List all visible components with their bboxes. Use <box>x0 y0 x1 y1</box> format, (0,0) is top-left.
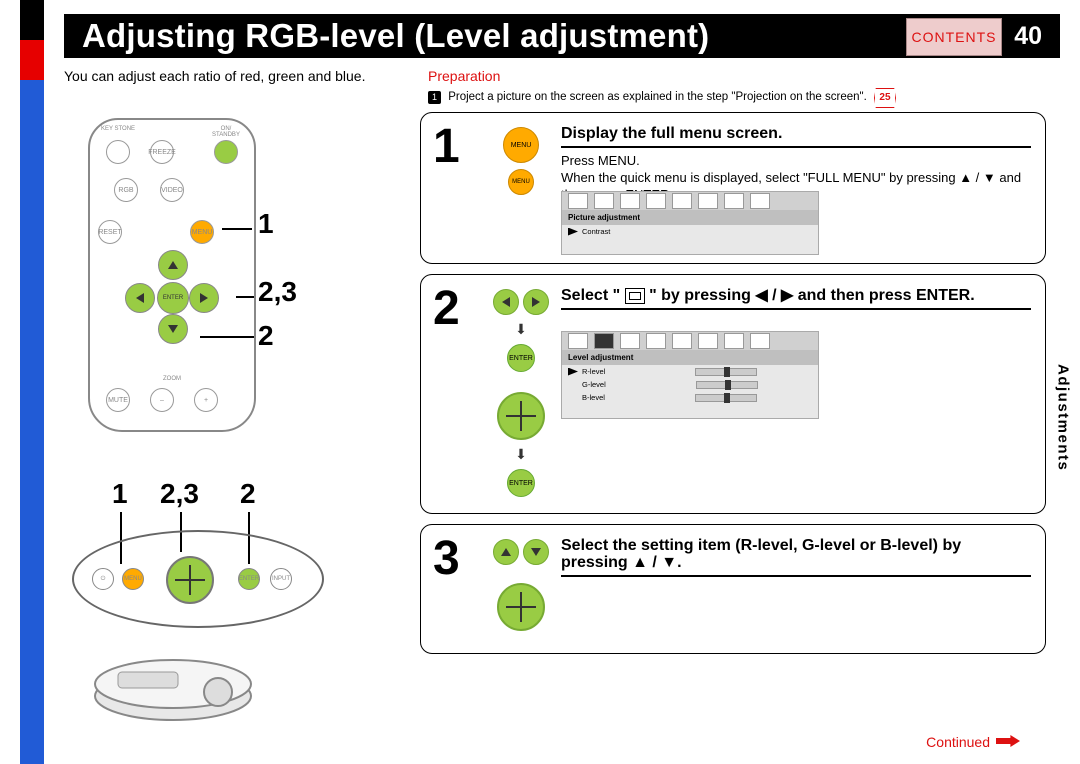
panel-btn-menu: MENU <box>122 568 144 590</box>
enter-button-icon: ENTER <box>507 469 535 497</box>
step-1-heading: Display the full menu screen. <box>561 125 782 142</box>
step-1-box: 1 MENU MENU Display the full menu screen… <box>420 112 1046 264</box>
page-title: Adjusting RGB-level (Level adjustment) <box>82 14 709 58</box>
chapter-side-tab: Adjustments <box>1050 328 1076 508</box>
btn-reset: RESET <box>98 220 122 244</box>
osd-label-picture: Picture adjustment <box>562 210 818 225</box>
panel-btn-power: ⏻ <box>92 568 114 590</box>
btn-zoom-minus: – <box>150 388 174 412</box>
dpad-up <box>158 250 188 280</box>
label-standby: ON/ STANDBY <box>206 126 246 138</box>
title-bar: Adjusting RGB-level (Level adjustment) C… <box>64 14 1060 58</box>
remote-illustration: KEY STONE ON/ STANDBY FREEZE RGB VIDEO R… <box>88 118 256 432</box>
down-arrow-icon: ⬇ <box>515 321 527 338</box>
panel-callout-1: 1 <box>112 478 128 510</box>
btn-video: VIDEO <box>160 178 184 202</box>
projector-drawing <box>88 636 258 726</box>
step-3-heading: Select the setting item (R-level, G-leve… <box>561 537 961 571</box>
btn-standby <box>214 140 238 164</box>
osd-preview-level: Level adjustment R-level G-level B-level <box>561 331 819 419</box>
remote-dpad: ENTER <box>120 245 224 349</box>
page-number: 40 <box>1014 14 1042 58</box>
dpad-left <box>125 283 155 313</box>
step-2-heading: Select " " by pressing ◀ / ▶ and then pr… <box>561 287 975 304</box>
prep-bullet-num: 1 <box>428 91 441 104</box>
osd-item-r: R-level <box>582 367 605 376</box>
control-panel-illustration: ⏻ MENU ENTER INPUT <box>72 530 324 628</box>
left-right-buttons-icon <box>493 289 549 315</box>
continued-label: Continued <box>926 734 1020 750</box>
step-2-number: 2 <box>433 281 460 336</box>
btn-freeze: FREEZE <box>150 140 174 164</box>
preparation-sentence: Project a picture on the screen as expla… <box>448 91 867 103</box>
btn-zoom-plus: + <box>194 388 218 412</box>
step-1-number: 1 <box>433 119 460 174</box>
joystick-icon <box>497 583 545 631</box>
preparation-text: 1 Project a picture on the screen as exp… <box>428 88 1040 108</box>
osd-item-b: B-level <box>582 393 605 402</box>
panel-joystick <box>166 556 214 604</box>
continued-arrow-icon <box>996 735 1020 747</box>
dpad-down <box>158 314 188 344</box>
left-color-stripe <box>20 0 44 764</box>
osd-item-g: G-level <box>582 380 606 389</box>
enter-button-icon: ENTER <box>507 344 535 372</box>
osd-label-level: Level adjustment <box>562 350 818 365</box>
osd-preview-picture: Picture adjustment Contrast <box>561 191 819 255</box>
step-3-box: 3 Select the setting item (R-level, G-le… <box>420 524 1046 654</box>
up-down-buttons-icon <box>493 539 549 565</box>
remote-callout-2: 2 <box>258 320 274 352</box>
menu-button-icon-small: MENU <box>508 169 534 195</box>
contents-button[interactable]: CONTENTS <box>906 18 1002 56</box>
panel-btn-enter: ENTER <box>238 568 260 590</box>
panel-callout-23: 2,3 <box>160 478 199 510</box>
btn-rgb: RGB <box>114 178 138 202</box>
dpad-right <box>189 283 219 313</box>
menu-button-icon: MENU <box>503 127 539 163</box>
down-arrow-icon: ⬇ <box>515 446 527 463</box>
preparation-heading: Preparation <box>428 68 500 84</box>
panel-btn-input: INPUT <box>270 568 292 590</box>
label-zoom: ZOOM <box>152 376 192 382</box>
step-2-box: 2 ⬇ ENTER ⬇ ENTER Select " " by pressing… <box>420 274 1046 514</box>
dpad-enter: ENTER <box>157 282 189 314</box>
remote-callout-1: 1 <box>258 208 274 240</box>
label-keystone: KEY STONE <box>98 126 138 132</box>
remote-callout-23: 2,3 <box>258 276 297 308</box>
btn-keystone <box>106 140 130 164</box>
btn-menu: MENU <box>190 220 214 244</box>
intro-text: You can adjust each ratio of red, green … <box>64 68 365 84</box>
panel-callout-2: 2 <box>240 478 256 510</box>
joystick-icon <box>497 392 545 440</box>
osd-item-contrast: Contrast <box>582 227 610 236</box>
step-1-line1: Press MENU. <box>561 152 1031 169</box>
step-3-number: 3 <box>433 531 460 586</box>
preparation-page-ref[interactable]: 25 <box>874 88 896 108</box>
btn-mute: MUTE <box>106 388 130 412</box>
